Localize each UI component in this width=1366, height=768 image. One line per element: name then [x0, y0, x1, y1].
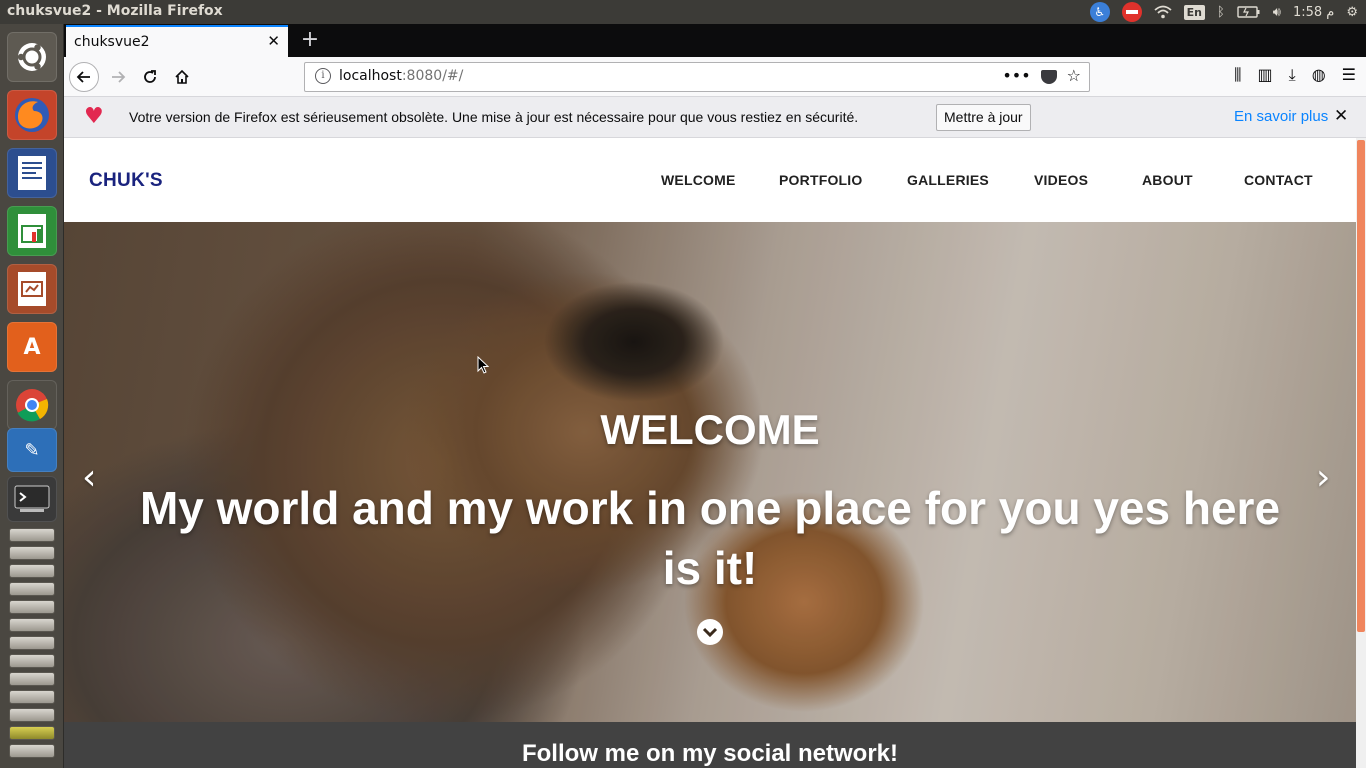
bluetooth-icon[interactable]: ᛒ	[1217, 5, 1225, 20]
forward-button[interactable]	[103, 62, 133, 92]
url-host: localhost	[339, 68, 402, 84]
window-title: chuksvue2 - Mozilla Firefox	[7, 3, 223, 19]
volume-icon[interactable]: 🔊︎	[1273, 5, 1281, 20]
browser-tab-strip: chuksvue2 ✕ +	[64, 24, 1366, 57]
toolbar-right-icons: ⫼ ▥ ⤓ ◍ ☰	[1234, 65, 1356, 85]
writer-icon[interactable]	[7, 148, 57, 198]
launcher-stacked-app[interactable]	[9, 690, 55, 704]
pocket-icon[interactable]	[1040, 70, 1057, 84]
notification-close-icon[interactable]: ✕	[1334, 106, 1348, 126]
nav-galleries[interactable]: GALLERIES	[907, 172, 989, 188]
browser-tab[interactable]: chuksvue2 ✕	[66, 25, 288, 57]
system-tray: ♿ En ᛒ 🔊︎ 1:58 م ⚙	[1089, 0, 1358, 24]
unity-launcher: A ✎	[0, 24, 64, 768]
launcher-stacked-app[interactable]	[9, 582, 55, 596]
hamburger-menu-icon[interactable]: ☰	[1342, 65, 1356, 85]
back-button[interactable]	[69, 62, 99, 92]
nav-contact[interactable]: CONTACT	[1244, 172, 1313, 188]
scrollbar-thumb[interactable]	[1357, 140, 1365, 632]
launcher-stacked-app[interactable]	[9, 618, 55, 632]
nav-welcome[interactable]: WELCOME	[661, 172, 736, 188]
home-button[interactable]	[167, 62, 197, 92]
update-notification-bar: ♥ Votre version de Firefox est sérieusem…	[64, 97, 1366, 138]
keyboard-layout-indicator[interactable]: En	[1183, 4, 1205, 20]
launcher-stacked-app[interactable]	[9, 744, 55, 758]
social-heading: Follow me on my social network!	[521, 740, 899, 767]
no-entry-icon[interactable]	[1121, 2, 1142, 22]
carousel-next-icon[interactable]: ›	[1316, 457, 1330, 498]
nav-videos[interactable]: VIDEOS	[1034, 172, 1088, 188]
tab-close-icon[interactable]: ✕	[267, 32, 280, 50]
library-icon[interactable]: ⫼	[1234, 65, 1241, 85]
hero-image	[64, 222, 1356, 722]
learn-more-link[interactable]: En savoir plus	[1234, 108, 1328, 125]
site-nav: WELCOME PORTFOLIO GALLERIES VIDEOS ABOUT…	[64, 172, 1356, 192]
scroll-down-icon[interactable]	[697, 619, 723, 645]
notification-message: Votre version de Firefox est sérieusemen…	[129, 109, 859, 125]
hero-subtitle: My world and my work in one place for yo…	[139, 482, 1281, 594]
software-center-icon[interactable]: A	[7, 322, 57, 372]
wifi-icon[interactable]	[1153, 5, 1172, 19]
page-actions-menu-icon[interactable]: •••	[1002, 66, 1030, 85]
site-header: CHUK'S WELCOME PORTFOLIO GALLERIES VIDEO…	[64, 138, 1356, 222]
site-info-icon[interactable]: i	[315, 68, 331, 84]
new-tab-button[interactable]: +	[296, 27, 324, 55]
launcher-stacked-app[interactable]	[9, 528, 55, 542]
heart-pulse-icon: ♥	[84, 104, 104, 129]
launcher-stacked-app[interactable]	[9, 546, 55, 560]
launcher-stacked-app[interactable]	[9, 726, 55, 740]
url-path: :8080/#/	[401, 68, 464, 84]
carousel-prev-icon[interactable]: ‹	[82, 457, 96, 498]
sidebar-icon[interactable]: ▥	[1257, 65, 1272, 85]
web-page: CHUK'S WELCOME PORTFOLIO GALLERIES VIDEO…	[64, 138, 1356, 768]
os-top-panel: chuksvue2 - Mozilla Firefox ♿ En ᛒ 🔊︎ 1:…	[0, 0, 1366, 24]
system-gear-icon[interactable]: ⚙	[1346, 5, 1358, 20]
page-scrollbar[interactable]	[1356, 138, 1366, 768]
bookmark-star-icon[interactable]: ☆	[1067, 66, 1081, 85]
extension-icon[interactable]: ◍	[1312, 65, 1326, 85]
chrome-icon[interactable]	[7, 380, 57, 430]
battery-icon[interactable]	[1237, 6, 1261, 18]
launcher-stacked-app[interactable]	[9, 672, 55, 686]
browser-toolbar: i localhost:8080/#/ ••• ☆ ⫼ ▥ ⤓ ◍ ☰	[64, 57, 1366, 97]
impress-icon[interactable]	[7, 264, 57, 314]
launcher-stacked-app[interactable]	[9, 636, 55, 650]
url-text[interactable]: localhost:8080/#/	[339, 68, 463, 84]
calc-icon[interactable]	[7, 206, 57, 256]
firefox-icon[interactable]	[7, 90, 57, 140]
nav-about[interactable]: ABOUT	[1142, 172, 1193, 188]
update-button[interactable]: Mettre à jour	[936, 104, 1031, 131]
terminal-icon[interactable]	[7, 476, 57, 522]
hero-title: WELCOME	[600, 406, 820, 453]
launcher-stacked-app[interactable]	[9, 600, 55, 614]
code-editor-icon[interactable]: ✎	[7, 428, 57, 472]
launcher-stacked-app[interactable]	[9, 654, 55, 668]
social-section: Follow me on my social network!	[64, 722, 1356, 768]
ubuntu-dash-icon[interactable]	[7, 32, 57, 82]
page-actions: ••• ☆	[1002, 66, 1081, 85]
clock[interactable]: 1:58 م	[1293, 5, 1334, 20]
reload-button[interactable]	[135, 62, 165, 92]
launcher-stacked-app[interactable]	[9, 564, 55, 578]
address-bar[interactable]: i localhost:8080/#/ ••• ☆	[304, 62, 1090, 92]
launcher-stacked-app[interactable]	[9, 708, 55, 722]
tab-title: chuksvue2	[74, 34, 150, 50]
downloads-icon[interactable]: ⤓	[1289, 65, 1296, 85]
hero-carousel: ‹ › WELCOME My world and my work in one …	[64, 222, 1356, 722]
nav-portfolio[interactable]: PORTFOLIO	[779, 172, 862, 188]
accessibility-icon[interactable]: ♿	[1089, 2, 1110, 22]
